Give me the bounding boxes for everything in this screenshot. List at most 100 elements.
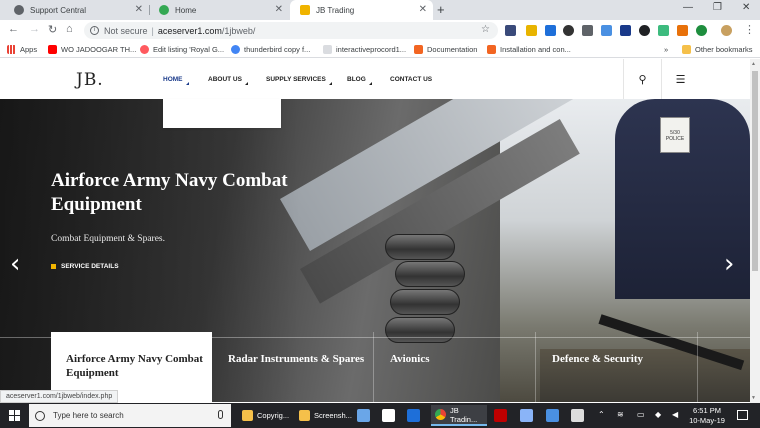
menu-kebab-icon[interactable]: ⋮ [744,23,755,36]
nav-about-us[interactable]: ABOUT US [208,76,248,85]
extension-icon[interactable] [677,25,688,36]
calculator-icon[interactable] [571,409,584,422]
nav-supply-services[interactable]: SUPPLY SERVICES [266,76,332,85]
hero-missile-pod [390,289,460,315]
scrollbar-thumb[interactable] [752,71,758,271]
close-icon[interactable]: ✕ [419,4,427,15]
app-icon[interactable] [357,409,370,422]
bookmark-item[interactable]: Installation and con... [487,43,571,56]
close-icon[interactable]: ✕ [275,4,283,15]
extension-icon[interactable] [505,25,516,36]
search-button[interactable]: ⚲ [623,59,661,99]
url-path: /1jbweb/ [221,25,256,36]
page-icon [323,45,332,54]
jb-favicon-icon [300,5,310,15]
info-icon[interactable]: i [90,26,99,35]
bookmark-item[interactable]: interactiveprocord1... [323,43,406,56]
bookmark-item[interactable]: thunderbird copy f... [231,43,310,56]
service-details-link[interactable]: SERVICE DETAILS [51,263,119,270]
site-header: JB. HOME ABOUT US SUPPLY SERVICES BLOG C… [0,59,750,99]
app-icon[interactable] [546,409,559,422]
back-arrow-icon[interactable]: ← [8,23,19,35]
taskbar-item-chrome[interactable]: JB Tradin... [431,405,487,426]
mail-icon[interactable] [382,409,395,422]
extension-icon[interactable] [582,25,593,36]
nav-label: SUPPLY SERVICES [266,76,326,83]
apps-grid-icon [7,45,16,54]
tab-jb-trading[interactable]: JB Trading ✕ [290,0,433,20]
nav-home[interactable]: HOME [163,76,189,85]
taskbar-label: Screensh... [314,411,352,420]
other-bookmarks[interactable]: Other bookmarks [682,43,753,56]
minimize-button[interactable]: — [683,2,693,13]
star-extension-icon[interactable] [620,25,631,36]
nav-contact-us[interactable]: CONTACT US [390,76,432,83]
slider-next-arrow-icon[interactable]: › [724,249,734,279]
app-tray-icon[interactable]: ▭ [637,410,645,419]
bookmark-apps[interactable]: Apps [7,43,37,56]
mic-extension-icon[interactable] [639,25,650,36]
taskbar-search-box[interactable]: Type here to search [29,404,231,427]
taskbar-clock[interactable]: 6:51 PM 10-May-19 [687,406,727,426]
bookmark-item[interactable]: WO JADOOGAR TH... [48,43,136,56]
extension-icon[interactable] [696,25,707,36]
taskbar-item-screenshots[interactable]: Screensh... [295,405,352,426]
clock-extension-icon[interactable] [563,25,574,36]
bookmark-label: WO JADOOGAR TH... [61,45,137,54]
tab-support-central[interactable]: Support Central ✕ [4,0,150,20]
bookmarks-overflow-button[interactable]: » [664,43,668,56]
profile-avatar[interactable] [721,25,732,36]
tab-home[interactable]: Home ✕ [149,0,289,20]
hero-missile-pod [385,234,455,260]
forward-arrow-icon[interactable]: → [29,23,40,35]
tray-chevron-icon[interactable]: ⌃ [598,410,605,419]
bookmark-item[interactable]: Edit listing 'Royal G... [140,43,224,56]
page-scrollbar[interactable]: ▲ ▼ [750,59,760,403]
browser-toolbar: ← → ↻ ⌂ i Not secure | aceserver1.com /1… [0,20,760,41]
bookmark-label: interactiveprocord1... [336,45,407,54]
windows-start-icon[interactable] [9,410,21,422]
scroll-down-icon[interactable]: ▼ [751,395,756,401]
start-pane [9,410,14,415]
service-tab-radar[interactable]: Radar Instruments & Spares [213,332,374,402]
menu-button[interactable]: ☰ [661,59,699,99]
extension-icon[interactable] [545,25,556,36]
bookmark-star-icon[interactable]: ☆ [481,24,490,35]
globe-icon [14,5,24,15]
microphone-icon[interactable] [218,410,223,419]
site-logo[interactable]: JB. [76,70,104,90]
new-tab-button[interactable]: + [437,2,445,17]
extension-icon[interactable] [601,25,612,36]
slider-prev-arrow-icon[interactable]: ‹ [10,249,20,279]
windows-taskbar: Type here to search Copyrig... Screensh.… [0,403,760,428]
bookmark-label: Documentation [427,45,478,54]
search-placeholder: Type here to search [53,411,124,420]
app-icon[interactable] [520,409,533,422]
reload-icon[interactable]: ↻ [48,23,57,36]
close-window-button[interactable]: ✕ [742,2,750,13]
folder-icon [299,410,310,421]
tab-title: JB Trading [316,5,355,15]
dropdown-indicator-icon [244,82,248,85]
taskbar-item-copyright[interactable]: Copyrig... [238,405,293,426]
home-icon[interactable]: ⌂ [66,23,73,35]
extension-icon[interactable] [526,25,537,36]
service-tab-defence[interactable]: Defence & Security [537,332,698,402]
dropbox-icon[interactable]: ◆ [655,410,661,419]
tab-title: Home [175,5,197,15]
notifications-icon[interactable] [737,410,748,420]
teamviewer-icon[interactable] [407,409,420,422]
filezilla-icon[interactable] [494,409,507,422]
service-tab-avionics[interactable]: Avionics [375,332,536,402]
extension-icon[interactable] [658,25,669,36]
scroll-up-icon[interactable]: ▲ [751,61,756,67]
close-icon[interactable]: ✕ [135,4,143,15]
network-icon[interactable]: ≋ [617,410,624,419]
nav-blog[interactable]: BLOG [347,76,372,85]
cta-label: SERVICE DETAILS [61,263,119,270]
volume-icon[interactable]: ◀ [672,410,678,419]
url-host: aceserver1.com [157,25,222,36]
maximize-button[interactable]: ❐ [713,2,722,13]
bookmark-item[interactable]: Documentation [414,43,477,56]
address-bar[interactable]: i Not secure | aceserver1.com /1jbweb/ ☆ [84,22,498,39]
